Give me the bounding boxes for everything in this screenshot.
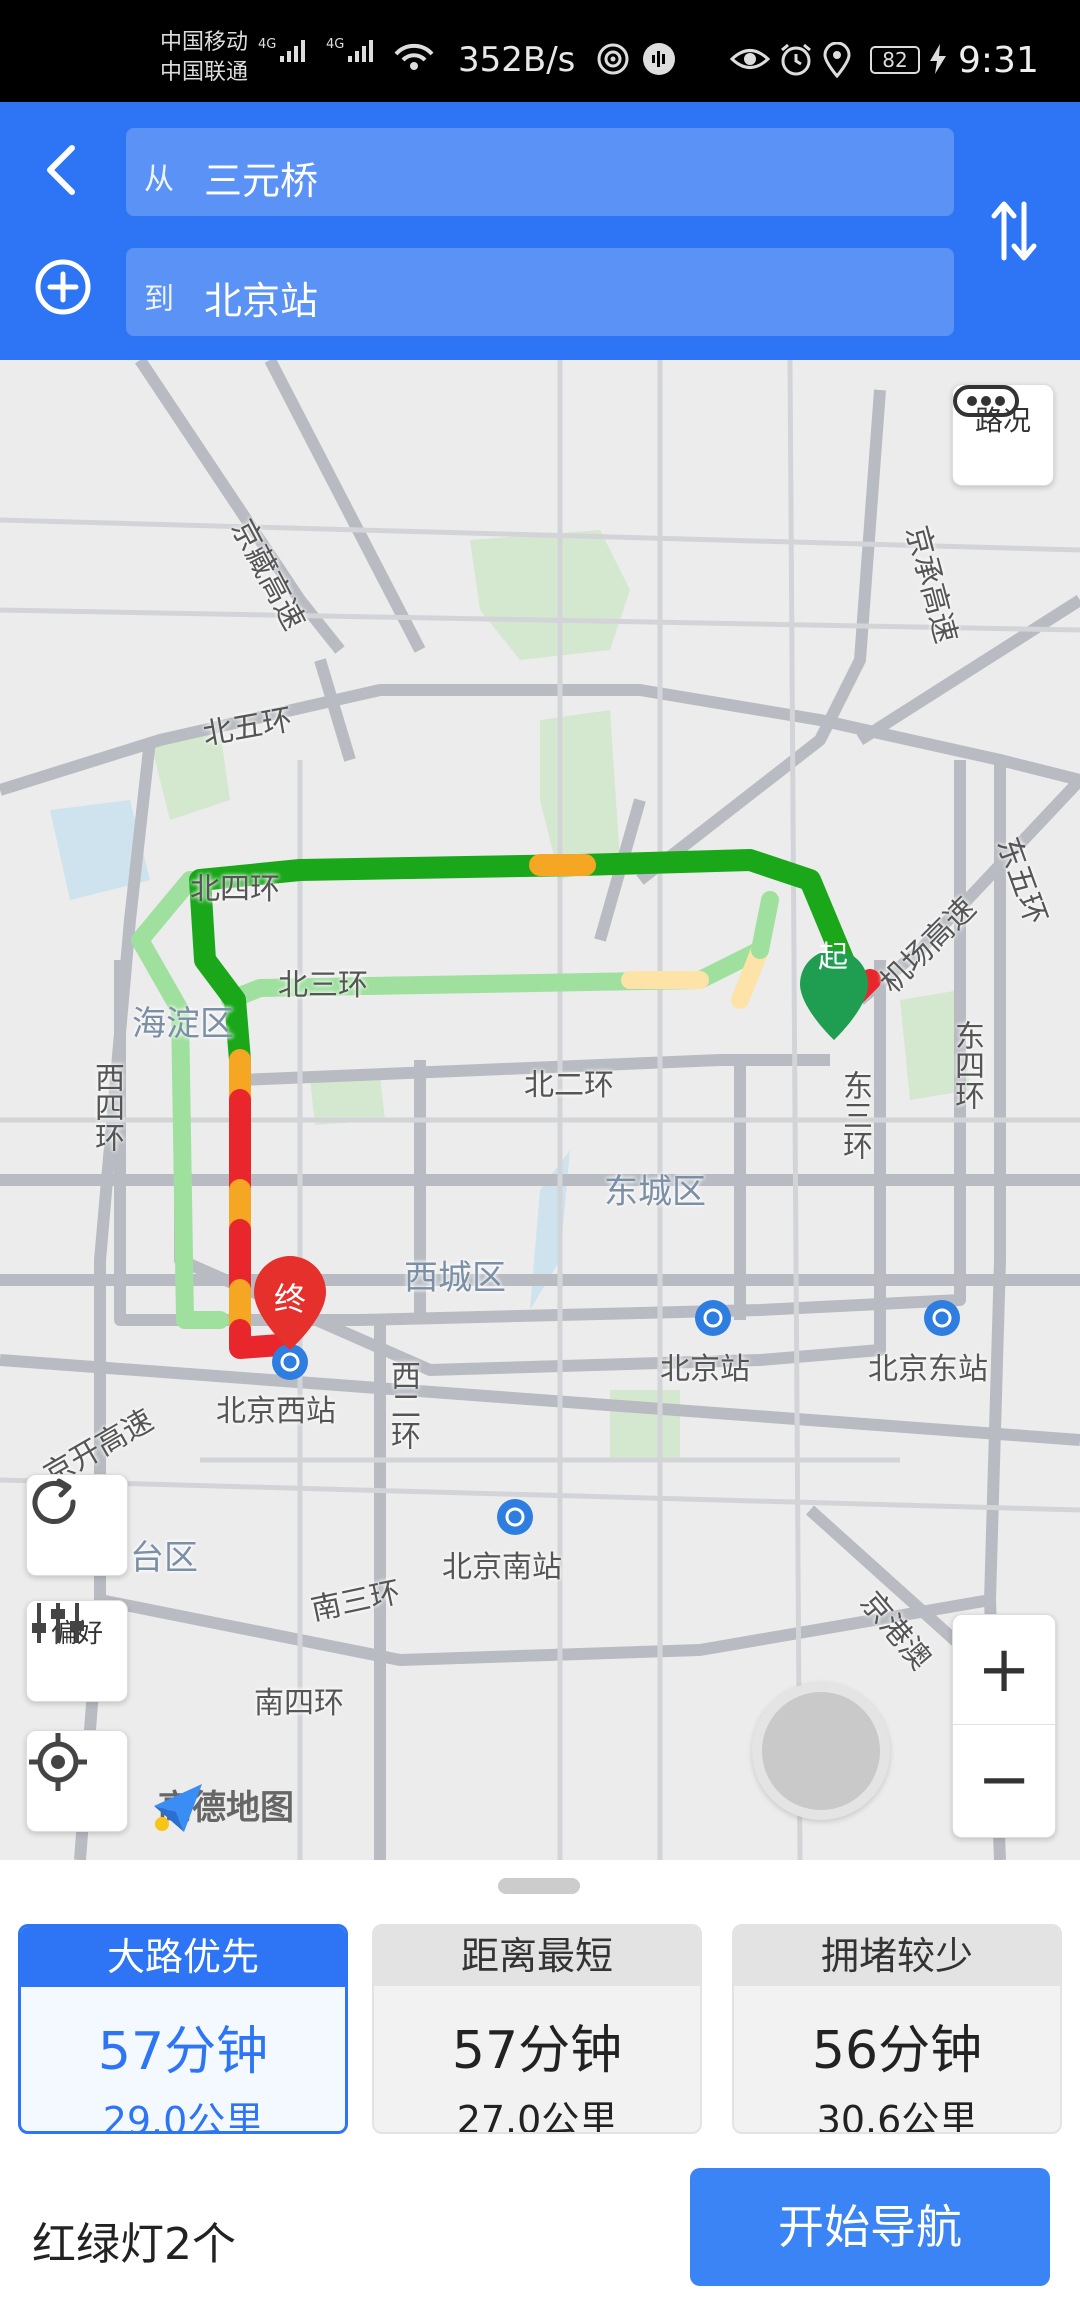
locate-button[interactable] [26, 1730, 128, 1832]
voice-assistant-button[interactable] [752, 1682, 890, 1820]
hotspot-icon [596, 42, 630, 83]
signal-2-icon: 4G [326, 36, 380, 71]
route-option-label: 大路优先 [21, 1927, 345, 1987]
route-options-sheet: 大路优先 57分钟 29.0公里 距离最短 57分钟 27.0公里 拥堵较少 5… [0, 1860, 1080, 2310]
route-option-label: 距离最短 [374, 1926, 700, 1986]
voice-icon [642, 42, 676, 83]
charging-icon [928, 44, 948, 81]
district-label: 台区 [130, 1538, 198, 1578]
amap-logo: 高德地图 [150, 1780, 294, 1832]
carrier-1: 中国移动 [160, 30, 249, 55]
station-label[interactable]: 北京南站 [442, 1542, 562, 1586]
zoom-in-button[interactable]: + [953, 1615, 1055, 1725]
end-marker-label: 终 [274, 1280, 307, 1318]
zoom-controls: + − [952, 1614, 1056, 1838]
to-value: 北京站 [204, 279, 319, 323]
carrier-names: 中国移动 中国联通 [160, 28, 248, 88]
traffic-lights-count: 红绿灯2个 [32, 2219, 236, 2270]
road-label: 东四环 [949, 1020, 984, 1110]
zoom-out-button[interactable]: − [953, 1725, 1055, 1835]
traffic-toggle-button[interactable]: 路况 [952, 384, 1054, 486]
back-icon [36, 145, 88, 204]
district-label: 海淀区 [132, 1004, 234, 1044]
from-value: 三元桥 [204, 159, 319, 203]
route-option-card[interactable]: 距离最短 57分钟 27.0公里 [372, 1924, 702, 2134]
station-label[interactable]: 北京东站 [868, 1344, 988, 1388]
battery-indicator: 82 [870, 46, 920, 74]
road-label: 北二环 [524, 1068, 614, 1103]
road-label: 北三环 [278, 968, 368, 1003]
clock: 9:31 [958, 40, 1039, 81]
station-label[interactable]: 北京站 [660, 1344, 750, 1388]
route-option-duration: 57分钟 [451, 2021, 623, 2081]
net-type-1: 4G [258, 37, 276, 52]
status-bar: 中国移动 中国联通 4G 4G 352B/s 82 9:31 [0, 0, 1080, 102]
district-label: 西城区 [404, 1258, 506, 1298]
road-label: 西四环 [89, 1062, 124, 1152]
start-marker-label: 起 [818, 940, 848, 975]
road-label: 东三环 [837, 1070, 872, 1160]
eye-icon [729, 42, 771, 83]
route-option-duration: 57分钟 [97, 2022, 269, 2082]
add-waypoint-icon [34, 259, 92, 320]
route-option-card[interactable]: 拥堵较少 56分钟 30.6公里 [732, 1924, 1062, 2134]
sheet-handle[interactable] [498, 1878, 580, 1894]
net-type-2: 4G [326, 37, 344, 52]
district-label: 东城区 [604, 1172, 706, 1212]
back-button[interactable] [36, 140, 88, 204]
alarm-icon [778, 42, 814, 85]
route-option-distance: 27.0公里 [456, 2098, 618, 2134]
to-input[interactable]: 到 北京站 [126, 248, 954, 336]
route-header: 从 三元桥 到 北京站 [0, 102, 1080, 360]
road-label: 西二环 [385, 1360, 420, 1450]
road-label: 北四环 [190, 872, 280, 907]
start-navigation-button[interactable]: 开始导航 [690, 2168, 1050, 2286]
wifi-icon [392, 38, 436, 81]
preferences-button[interactable]: 偏好 [26, 1600, 128, 1702]
refresh-button[interactable] [26, 1474, 128, 1576]
to-prefix: 到 [144, 282, 174, 317]
route-option-distance: 29.0公里 [102, 2099, 264, 2134]
network-speed: 352B/s [458, 40, 576, 80]
from-input[interactable]: 从 三元桥 [126, 128, 954, 216]
from-prefix: 从 [144, 162, 174, 197]
map-view[interactable]: 起 终 京藏高速 北五环 北四环 北三环 北二环 京承高速 机场高速 东五环 东… [0, 360, 1080, 1860]
swap-icon [990, 201, 1038, 268]
route-option-duration: 56分钟 [811, 2021, 983, 2081]
route-option-distance: 30.6公里 [816, 2098, 978, 2134]
route-option-label: 拥堵较少 [734, 1926, 1060, 1986]
add-waypoint-button[interactable] [34, 258, 92, 320]
road-label: 南四环 [254, 1686, 344, 1721]
swap-button[interactable] [990, 198, 1038, 268]
signal-icon: 4G [258, 36, 312, 71]
carrier-2: 中国联通 [160, 60, 249, 85]
route-option-card[interactable]: 大路优先 57分钟 29.0公里 [18, 1924, 348, 2134]
station-label[interactable]: 北京西站 [216, 1386, 336, 1430]
location-icon [822, 41, 852, 85]
